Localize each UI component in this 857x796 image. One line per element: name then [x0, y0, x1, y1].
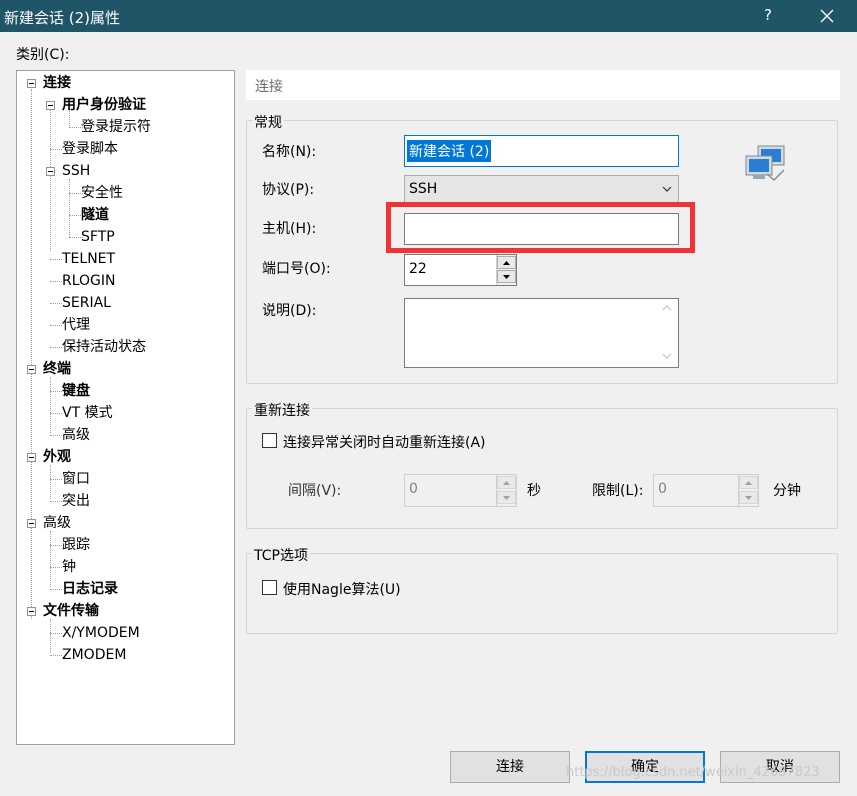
nagle-label[interactable]: 使用Nagle算法(U) — [283, 579, 401, 599]
arrow-down-icon — [745, 496, 752, 500]
expand-auth-icon[interactable] — [46, 101, 55, 110]
arrow-down-icon — [503, 275, 510, 279]
limit-spinner[interactable] — [738, 475, 758, 506]
panel-header-title: 连接 — [255, 79, 283, 95]
tree-item-keepalive[interactable]: 保持活动状态 — [62, 337, 146, 357]
protocol-select-value: SSH — [409, 181, 438, 197]
title-bar: 新建会话 (2)属性 ? — [0, 0, 857, 32]
tree-item-appearance[interactable]: 外观 — [43, 447, 71, 467]
protocol-select[interactable]: SSH — [404, 175, 679, 203]
name-field[interactable]: 新建会话 (2) — [404, 135, 679, 167]
interval-up-button[interactable] — [497, 476, 516, 489]
tree-item-security[interactable]: 安全性 — [81, 183, 123, 203]
tree-item-proxy[interactable]: 代理 — [62, 315, 90, 335]
interval-down-button[interactable] — [497, 491, 516, 504]
limit-down-button[interactable] — [739, 491, 758, 504]
limit-label: 限制(L): — [592, 483, 644, 499]
auto-reconnect-checkbox[interactable] — [262, 433, 277, 448]
expand-terminal-icon[interactable] — [27, 365, 36, 374]
interval-unit: 秒 — [527, 483, 541, 499]
limit-up-button[interactable] — [739, 476, 758, 489]
panel-header: 连接 — [246, 70, 840, 100]
tree-item-connection[interactable]: 连接 — [43, 73, 71, 93]
limit-unit: 分钟 — [773, 483, 801, 499]
host-highlight-box — [386, 202, 695, 253]
general-group-title: 常规 — [252, 112, 284, 132]
category-label: 类别(C): — [16, 47, 70, 63]
expand-ssh-icon[interactable] — [46, 167, 55, 176]
description-field[interactable] — [404, 298, 679, 368]
session-computers-icon — [744, 144, 790, 186]
tree-item-login-script[interactable]: 登录脚本 — [62, 139, 118, 159]
expand-file-transfer-icon[interactable] — [27, 607, 36, 616]
tree-item-login-prompts[interactable]: 登录提示符 — [81, 117, 151, 137]
window-title: 新建会话 (2)属性 — [4, 9, 121, 27]
arrow-down-icon — [503, 496, 510, 500]
tree-item-ssh[interactable]: SSH — [62, 161, 90, 181]
tree-item-keyboard[interactable]: 键盘 — [62, 381, 90, 401]
port-field[interactable]: 22 — [404, 254, 517, 286]
tree-item-advanced[interactable]: 高级 — [43, 513, 71, 533]
tree-item-zmodem[interactable]: ZMODEM — [62, 645, 126, 665]
interval-spinner[interactable] — [496, 475, 516, 506]
reconnect-group — [246, 408, 838, 529]
tcp-group-title: TCP选项 — [252, 545, 310, 565]
port-spinner[interactable] — [496, 255, 516, 285]
category-tree[interactable]: 连接 用户身份验证 登录提示符 登录脚本 SSH 安全性 隧道 SFTP TEL… — [16, 70, 235, 745]
arrow-up-icon — [745, 481, 752, 485]
tree-item-terminal[interactable]: 终端 — [43, 359, 71, 379]
tree-item-serial[interactable]: SERIAL — [62, 293, 111, 313]
scroll-up-icon — [662, 305, 672, 311]
expand-advanced-icon[interactable] — [27, 519, 36, 528]
port-label: 端口号(O): — [262, 261, 331, 277]
tree-item-window[interactable]: 窗口 — [62, 469, 90, 489]
name-label: 名称(N): — [262, 144, 317, 160]
expand-connection-icon[interactable] — [27, 79, 36, 88]
description-label: 说明(D): — [262, 303, 317, 319]
description-scrollbar[interactable] — [657, 299, 678, 366]
chevron-down-icon — [662, 186, 672, 192]
port-up-button[interactable] — [497, 256, 516, 269]
interval-label: 间隔(V): — [288, 483, 342, 499]
close-icon — [820, 9, 834, 23]
tree-item-sftp[interactable]: SFTP — [81, 227, 115, 247]
help-button[interactable]: ? — [764, 6, 772, 24]
tree-item-rlogin[interactable]: RLOGIN — [62, 271, 116, 291]
limit-field[interactable]: 0 — [653, 474, 759, 507]
protocol-label: 协议(P): — [262, 182, 315, 198]
expand-appearance-icon[interactable] — [27, 453, 36, 462]
connect-button[interactable]: 连接 — [450, 751, 570, 783]
tree-item-xymodem[interactable]: X/YMODEM — [62, 623, 140, 643]
tree-item-trace[interactable]: 跟踪 — [62, 535, 90, 555]
scroll-down-icon — [662, 353, 672, 359]
close-button[interactable] — [808, 0, 848, 32]
tree-item-logging[interactable]: 日志记录 — [62, 579, 118, 599]
reconnect-group-title: 重新连接 — [252, 400, 312, 420]
tree-item-tunnel[interactable]: 隧道 — [81, 205, 109, 225]
tree-item-telnet[interactable]: TELNET — [62, 249, 115, 269]
arrow-up-icon — [503, 481, 510, 485]
tree-item-highlight[interactable]: 突出 — [62, 491, 90, 511]
watermark: https://blog.csdn.net/weixin_42687823 — [566, 765, 820, 780]
arrow-up-icon — [503, 261, 510, 265]
tree-item-file-transfer[interactable]: 文件传输 — [43, 601, 99, 621]
host-label: 主机(H): — [262, 221, 317, 237]
nagle-checkbox[interactable] — [262, 580, 277, 595]
interval-field[interactable]: 0 — [404, 474, 517, 507]
tree-item-bell[interactable]: 钟 — [62, 557, 76, 577]
tree-item-terminal-advanced[interactable]: 高级 — [62, 425, 90, 445]
tree-item-auth[interactable]: 用户身份验证 — [62, 95, 146, 115]
name-field-value: 新建会话 (2) — [407, 140, 492, 162]
port-down-button[interactable] — [497, 270, 516, 283]
tree-item-vt-mode[interactable]: VT 模式 — [62, 403, 113, 423]
auto-reconnect-label[interactable]: 连接异常关闭时自动重新连接(A) — [283, 432, 486, 452]
